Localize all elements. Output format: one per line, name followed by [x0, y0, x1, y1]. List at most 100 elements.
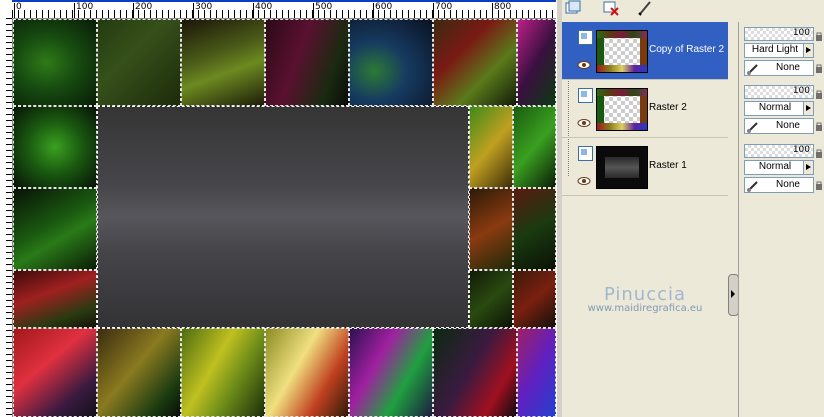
lock-icon[interactable]: [815, 177, 823, 190]
opacity-value: 100: [792, 86, 810, 96]
layer-thumbnail: [596, 30, 648, 73]
image-tile: [181, 328, 265, 417]
opacity-value: 100: [792, 28, 810, 38]
dropdown-arrow-icon[interactable]: [803, 102, 813, 115]
image-tile: [13, 270, 97, 328]
ruler-ticks: [6, 18, 12, 417]
opacity-slider[interactable]: 100: [744, 144, 814, 158]
opacity-value: 100: [792, 145, 810, 155]
mask-dropdown[interactable]: None: [744, 60, 814, 76]
ruler-major-tick: [313, 3, 314, 18]
lock-icon[interactable]: [815, 145, 823, 158]
layer-properties: 100 Hard Light None 100 Normal None 100 …: [738, 22, 824, 417]
image-tile: [13, 19, 97, 106]
ruler-label: 600: [375, 2, 393, 12]
image-tile: [13, 328, 97, 417]
mask-value: None: [776, 120, 800, 131]
ruler-label: 500: [315, 2, 333, 12]
image-tile: [349, 19, 433, 106]
layer-name: Raster 2: [649, 102, 687, 113]
opacity-slider[interactable]: 100: [744, 27, 814, 41]
image-tile: [97, 19, 181, 106]
image-tile: [517, 328, 556, 417]
watermark-url: www.maidiregrafica.eu: [587, 303, 703, 314]
ruler-label: 200: [135, 2, 153, 12]
raster-layer-icon[interactable]: [578, 146, 593, 161]
ruler-label: 800: [494, 2, 512, 12]
ruler-major-tick: [253, 3, 254, 18]
ruler-label: 100: [76, 2, 94, 12]
layers-toolbar: [562, 0, 824, 18]
mask-brush-icon: [746, 62, 760, 75]
ruler-ticks: [12, 10, 556, 18]
image-tile: [349, 328, 433, 417]
blend-mode-dropdown[interactable]: Normal: [744, 160, 814, 175]
image-tile: [13, 188, 97, 270]
eye-icon[interactable]: [577, 172, 591, 185]
layer-properties-row: 100 Hard Light None: [741, 22, 824, 78]
eye-icon[interactable]: [577, 56, 591, 69]
vertical-ruler: [0, 18, 13, 417]
image-tile: [433, 19, 517, 106]
lock-icon[interactable]: [815, 118, 823, 131]
layer-row[interactable]: Raster 1: [562, 138, 728, 196]
layer-row[interactable]: Raster 2: [562, 80, 728, 138]
ruler-label: 300: [195, 2, 213, 12]
mask-value: None: [776, 179, 800, 190]
image-tile: [181, 19, 265, 106]
image-tile: [469, 106, 513, 188]
ruler-major-tick: [492, 3, 493, 18]
image-tile: [517, 19, 556, 106]
layer-row[interactable]: Copy of Raster 2: [562, 22, 728, 80]
blend-mode-value: Normal: [758, 102, 792, 113]
image-tile: [97, 328, 181, 417]
delete-layer-icon[interactable]: [602, 0, 620, 16]
image-tile: [265, 19, 349, 106]
image-tile: [265, 328, 349, 417]
ruler-label: 700: [435, 2, 453, 12]
eye-icon[interactable]: [577, 114, 591, 127]
image-tile: [513, 188, 556, 270]
watermark: Pinuccia www.maidiregrafica.eu: [562, 284, 728, 314]
mask-dropdown[interactable]: None: [744, 177, 814, 193]
ruler-major-tick: [133, 3, 134, 18]
layer-properties-row: 100 Normal None: [741, 139, 824, 195]
image-tile: [513, 270, 556, 328]
mask-brush-icon: [746, 179, 760, 192]
image-tile: [469, 270, 513, 328]
blend-mode-dropdown[interactable]: Hard Light: [744, 43, 814, 58]
ruler-major-tick: [433, 3, 434, 18]
dropdown-arrow-icon[interactable]: [803, 161, 813, 174]
ruler-major-tick: [373, 3, 374, 18]
mask-dropdown[interactable]: None: [744, 118, 814, 134]
image-canvas[interactable]: [13, 19, 556, 417]
layer-list: Copy of Raster 2 Raster 2 Raster 1 Pinuc…: [562, 22, 739, 417]
blend-mode-value: Hard Light: [751, 44, 799, 55]
dropdown-arrow-icon[interactable]: [803, 44, 813, 57]
raster-layer-icon[interactable]: [578, 30, 593, 45]
image-tile: [13, 106, 97, 188]
layer-name: Copy of Raster 2: [649, 44, 725, 55]
edit-layer-icon[interactable]: [636, 0, 654, 16]
raster-layer-icon[interactable]: [578, 88, 593, 103]
opacity-slider[interactable]: 100: [744, 85, 814, 99]
lock-icon[interactable]: [815, 60, 823, 73]
horizontal-ruler: 0 100 200 300 400 500 600 700 800: [12, 0, 556, 19]
lock-icon[interactable]: [815, 28, 823, 41]
image-tile: [513, 106, 556, 188]
layer-thumbnail: [596, 88, 648, 131]
ruler-major-tick: [14, 3, 15, 18]
layer-properties-row: 100 Normal None: [741, 80, 824, 136]
blend-mode-value: Normal: [758, 161, 792, 172]
image-canvas-window: 0 100 200 300 400 500 600 700 800: [0, 0, 556, 417]
mask-value: None: [776, 62, 800, 73]
watermark-title: Pinuccia: [603, 284, 687, 305]
layer-name: Raster 1: [649, 160, 687, 171]
ruler-highlight: [12, 0, 556, 2]
new-layer-icon[interactable]: [564, 0, 582, 16]
blend-mode-dropdown[interactable]: Normal: [744, 101, 814, 116]
image-tile: [433, 328, 517, 417]
layers-palette: Copy of Raster 2 Raster 2 Raster 1 Pinuc…: [562, 0, 824, 417]
lock-icon[interactable]: [815, 86, 823, 99]
image-tile: [469, 188, 513, 270]
